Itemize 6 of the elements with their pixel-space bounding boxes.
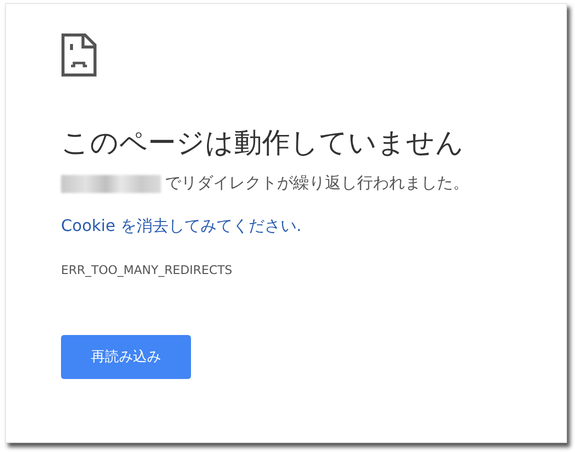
error-heading: このページは動作していません: [61, 125, 464, 161]
clear-cookies-link[interactable]: Cookie を消去してみてください.: [61, 216, 302, 237]
reload-button[interactable]: 再読み込み: [61, 335, 191, 379]
sad-page-icon: [61, 33, 97, 77]
error-message: でリダイレクトが繰り返し行われました。: [165, 173, 469, 194]
error-code: ERR_TOO_MANY_REDIRECTS: [61, 263, 232, 277]
